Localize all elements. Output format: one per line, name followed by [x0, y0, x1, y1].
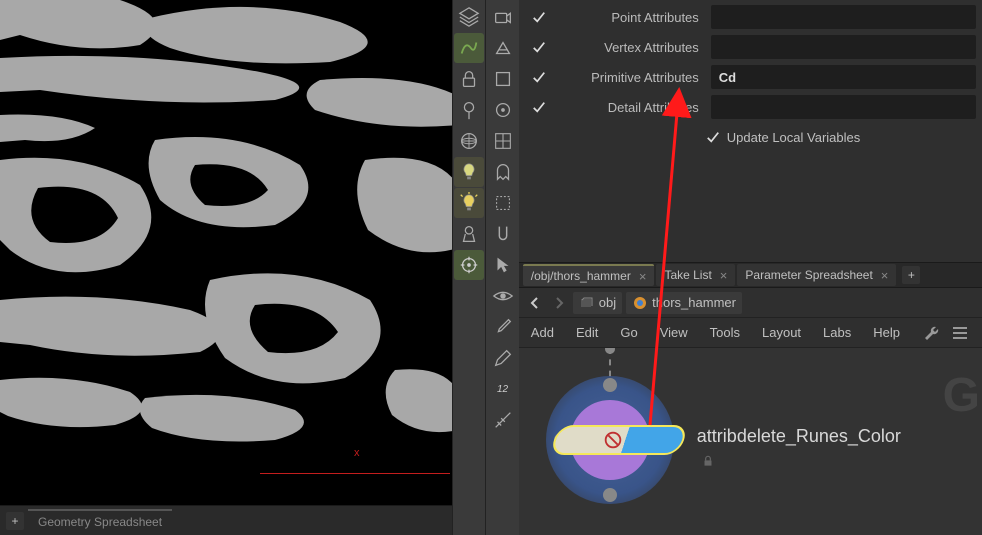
- menu-add[interactable]: Add: [531, 325, 554, 340]
- viewport-tool-column-left: [452, 0, 486, 535]
- vertex-attrs-label: Vertex Attributes: [553, 40, 705, 55]
- parameters-panel: Point Attributes Vertex Attributes Primi…: [519, 0, 982, 154]
- nav-forward-icon[interactable]: [549, 293, 569, 313]
- add-tab-button[interactable]: +: [6, 512, 24, 530]
- grid-icon[interactable]: [488, 126, 518, 156]
- update-vars-label: Update Local Variables: [727, 130, 860, 145]
- measure-icon[interactable]: [488, 405, 518, 435]
- tab-network-label: /obj/thors_hammer: [531, 269, 631, 283]
- nav-back-icon[interactable]: [525, 293, 545, 313]
- display-options-icon[interactable]: [488, 95, 518, 125]
- tab-param-spreadsheet[interactable]: Parameter Spreadsheet ×: [737, 264, 896, 286]
- menu-edit[interactable]: Edit: [576, 325, 598, 340]
- menu-go[interactable]: Go: [620, 325, 637, 340]
- add-tab-button[interactable]: +: [902, 266, 920, 284]
- vertex-attrs-checkbox[interactable]: [531, 39, 547, 55]
- brush-icon[interactable]: [488, 312, 518, 342]
- detail-attrs-label: Detail Attributes: [553, 100, 705, 115]
- menu-tools[interactable]: Tools: [710, 325, 740, 340]
- tab-take-list[interactable]: Take List ×: [656, 264, 735, 286]
- 3d-viewport[interactable]: x: [0, 0, 452, 505]
- network-menu-bar: Add Edit Go View Tools Layout Labs Help: [519, 318, 982, 348]
- lightbulb-icon[interactable]: [454, 157, 484, 187]
- breadcrumb-obj-label: obj: [599, 295, 616, 310]
- pin-icon[interactable]: [454, 95, 484, 125]
- node-attribdelete[interactable]: [549, 425, 689, 455]
- close-icon[interactable]: ×: [720, 268, 728, 283]
- list-icon[interactable]: [950, 323, 970, 343]
- lock-icon[interactable]: [454, 64, 484, 94]
- snap-icon[interactable]: [488, 219, 518, 249]
- spotlight-icon[interactable]: [454, 219, 484, 249]
- camera-icon[interactable]: [488, 2, 518, 32]
- breadcrumb-obj[interactable]: obj: [573, 292, 622, 314]
- xray-icon[interactable]: [488, 188, 518, 218]
- close-icon[interactable]: ×: [881, 268, 889, 283]
- tab-network[interactable]: /obj/thors_hammer ×: [523, 264, 655, 286]
- target-icon[interactable]: [454, 250, 484, 280]
- edit-icon[interactable]: [488, 343, 518, 373]
- tab-geometry-spreadsheet[interactable]: Geometry Spreadsheet: [28, 509, 172, 533]
- breadcrumb-thors-hammer-label: thors_hammer: [652, 295, 736, 310]
- menu-layout[interactable]: Layout: [762, 325, 801, 340]
- menu-labs[interactable]: Labs: [823, 325, 851, 340]
- breadcrumb-thors-hammer[interactable]: thors_hammer: [626, 292, 742, 314]
- tab-param-spreadsheet-label: Parameter Spreadsheet: [745, 268, 872, 282]
- globe-icon[interactable]: [454, 126, 484, 156]
- layers-icon[interactable]: [454, 2, 484, 32]
- persp-icon[interactable]: [488, 33, 518, 63]
- selection-icon[interactable]: [488, 250, 518, 280]
- path-bar: obj thors_hammer: [519, 288, 982, 318]
- ortho-icon[interactable]: [488, 64, 518, 94]
- lightbulb-hq-icon[interactable]: [454, 188, 484, 218]
- overlay-letter: G: [943, 368, 980, 423]
- point-attrs-label: Point Attributes: [553, 10, 705, 25]
- point-attrs-input[interactable]: [711, 5, 976, 29]
- network-view[interactable]: attribdelete_Runes_Color G: [519, 348, 982, 535]
- tab-take-list-label: Take List: [664, 268, 711, 282]
- detail-attrs-checkbox[interactable]: [531, 99, 547, 115]
- primitive-attrs-label: Primitive Attributes: [553, 70, 705, 85]
- ghost-icon[interactable]: [488, 157, 518, 187]
- primitive-attrs-checkbox[interactable]: [531, 69, 547, 85]
- node-label: attribdelete_Runes_Color: [697, 426, 901, 447]
- curve-icon[interactable]: [454, 33, 484, 63]
- update-vars-checkbox[interactable]: [705, 129, 721, 145]
- detail-attrs-input[interactable]: [711, 95, 976, 119]
- primitive-attrs-input[interactable]: [711, 65, 976, 89]
- close-icon[interactable]: ×: [639, 269, 647, 284]
- menu-view[interactable]: View: [660, 325, 688, 340]
- label-12[interactable]: 12: [488, 374, 518, 404]
- viewport-tool-column-right: 12: [485, 0, 519, 535]
- point-attrs-checkbox[interactable]: [531, 9, 547, 25]
- axis-x-label: x: [354, 447, 360, 459]
- menu-help[interactable]: Help: [873, 325, 900, 340]
- vertex-attrs-input[interactable]: [711, 35, 976, 59]
- eye-icon[interactable]: [488, 281, 518, 311]
- wrench-icon[interactable]: [922, 323, 942, 343]
- lock-icon: [701, 454, 715, 473]
- viewport-bottom-tabs: + Geometry Spreadsheet: [0, 505, 452, 535]
- pane-tabs: /obj/thors_hammer × Take List × Paramete…: [519, 262, 982, 288]
